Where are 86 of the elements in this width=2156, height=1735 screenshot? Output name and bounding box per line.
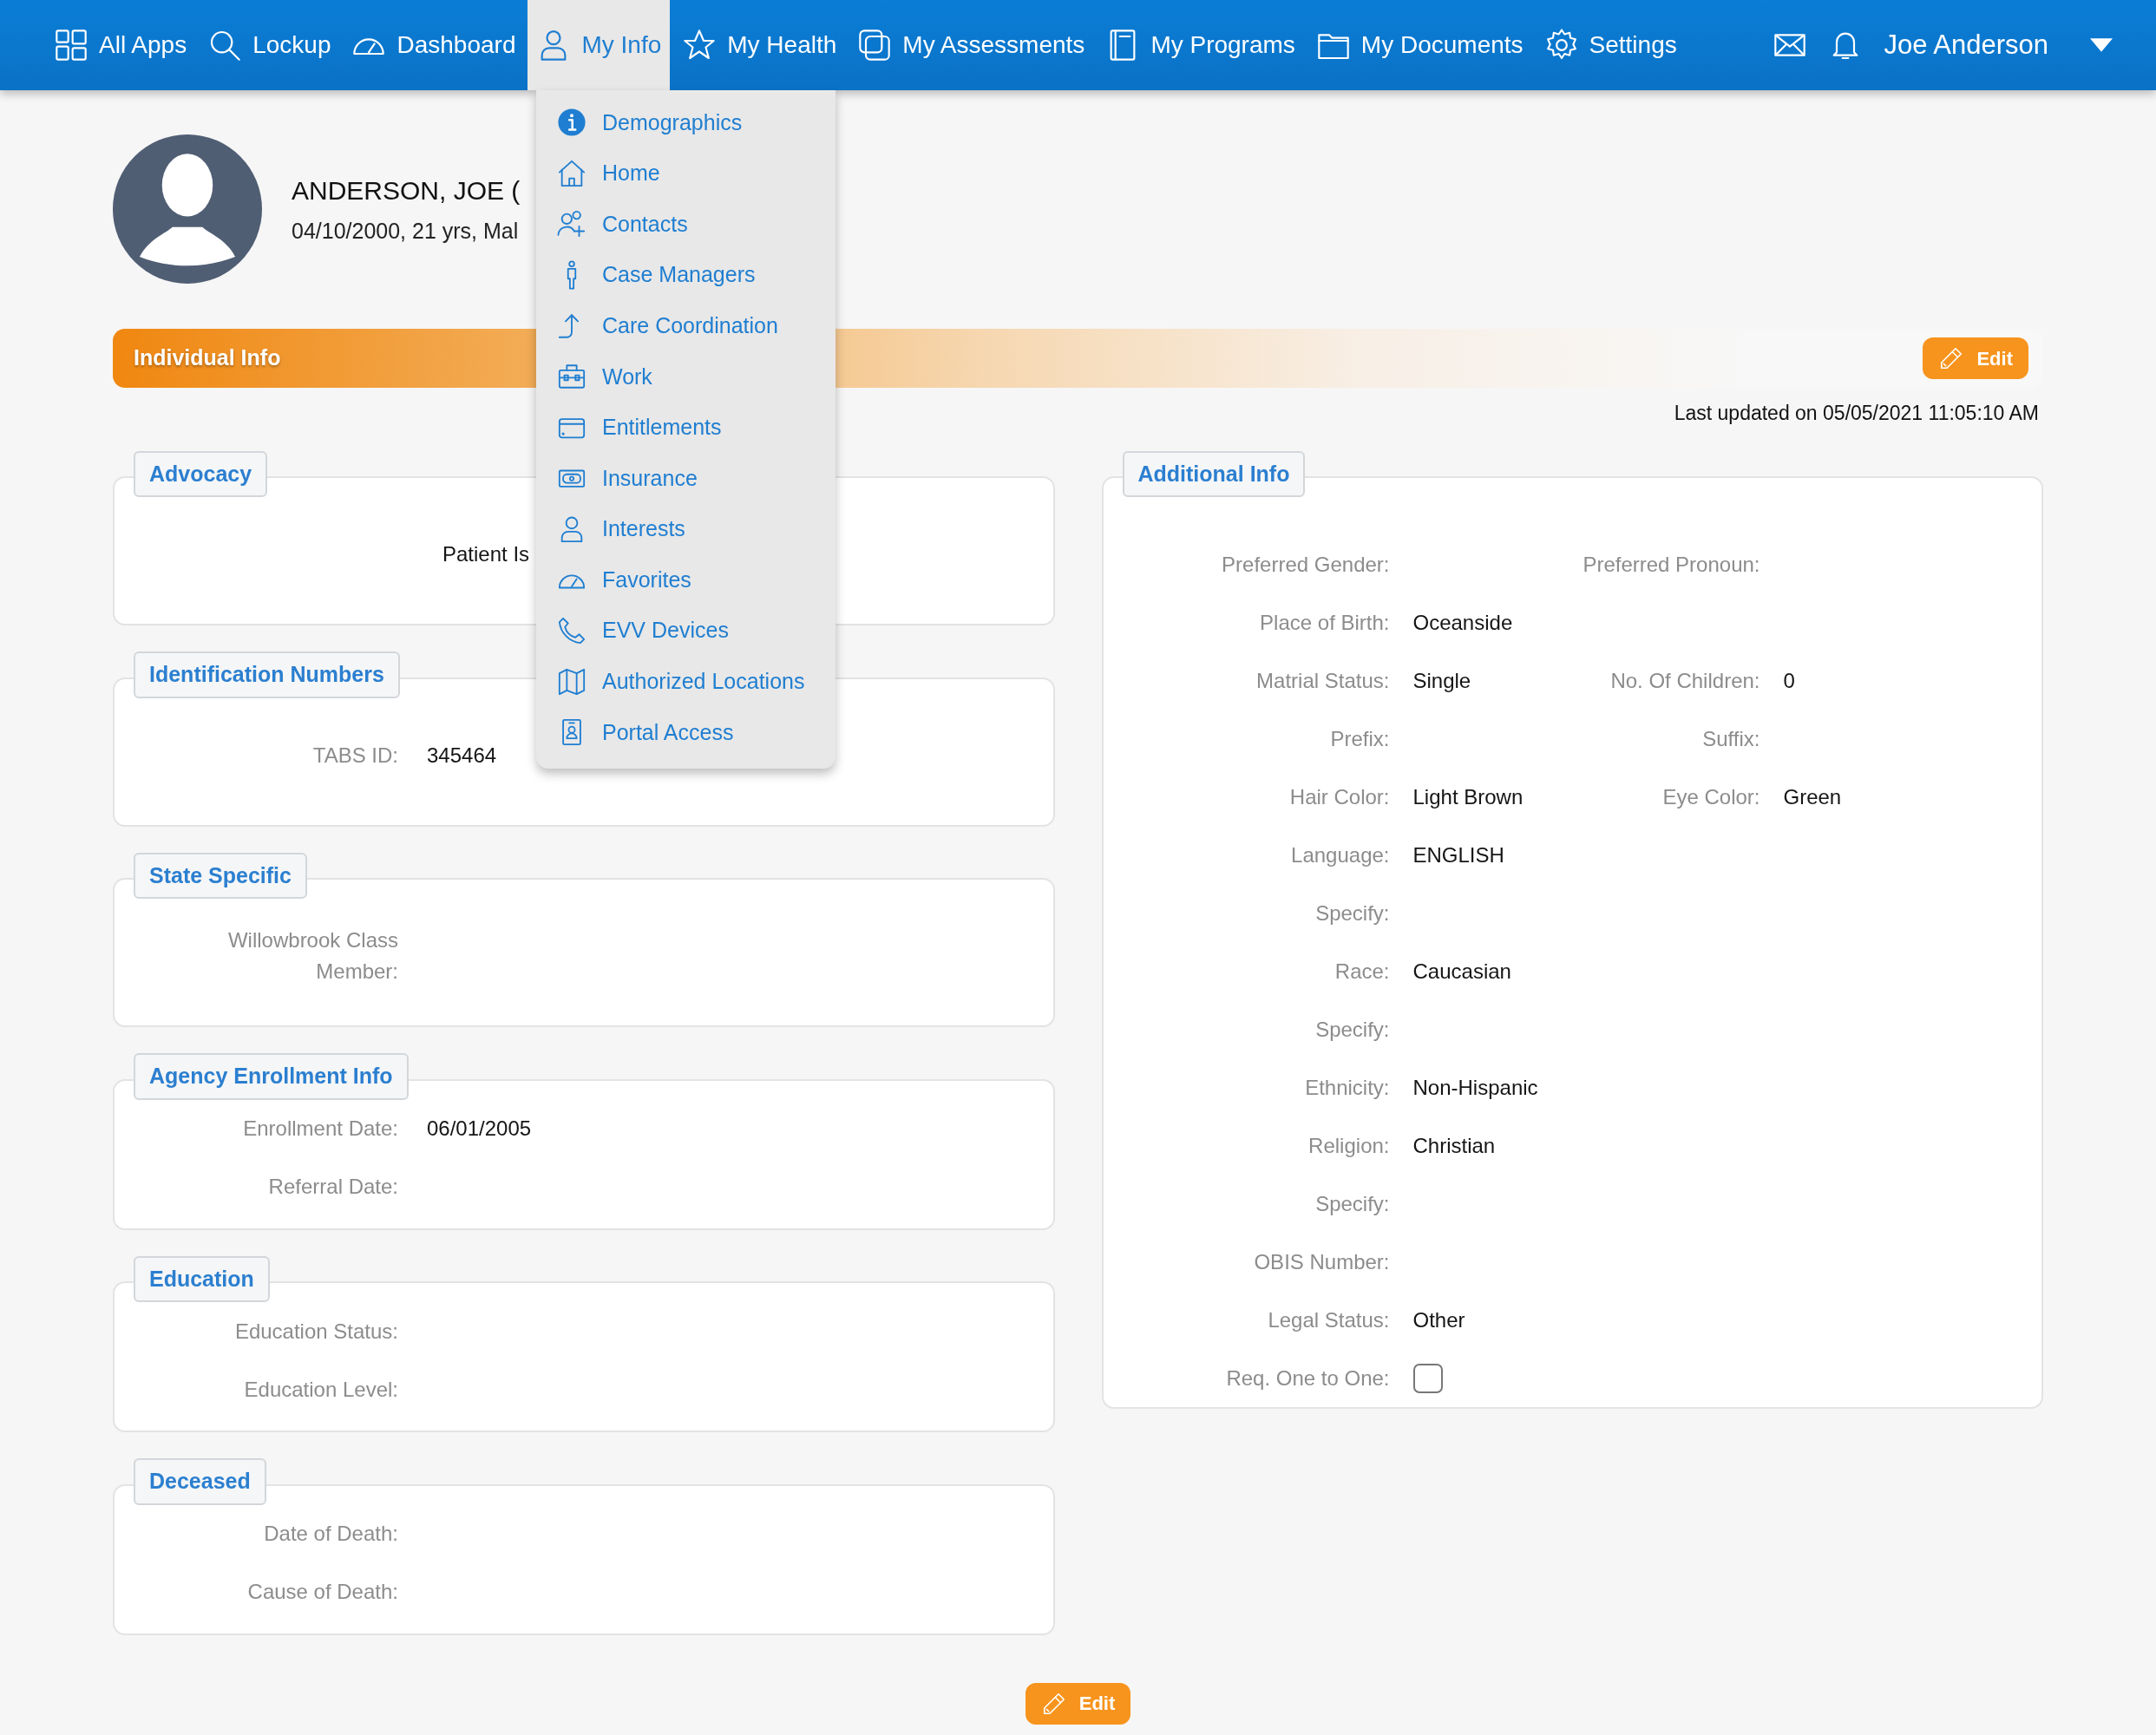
field-label: Prefix: (1330, 725, 1390, 752)
field-label: Willowbrook Class Member: (226, 927, 398, 985)
people-plus-icon (557, 209, 587, 239)
nav-tab[interactable]: Settings (1535, 0, 1686, 90)
field-value: Other (1412, 1306, 1465, 1333)
field-label: Education Level: (244, 1376, 398, 1403)
map-icon (557, 666, 587, 697)
field-label: Cause of Death: (247, 1579, 398, 1605)
field-label: TABS ID: (312, 742, 398, 769)
panel-title: Education (134, 1255, 270, 1302)
menu-item[interactable]: Portal Access (536, 707, 836, 758)
user-name[interactable]: Joe Anderson (1884, 24, 2048, 66)
field-label: Education Status: (234, 1318, 398, 1345)
menu-item[interactable]: Care Coordination (536, 300, 836, 351)
field-label: No. Of Children: (1610, 667, 1760, 694)
field-label: Enrollment Date: (243, 1116, 398, 1142)
patient-details: 04/10/2000, 21 yrs, Mal (292, 217, 520, 245)
menu-item[interactable]: Interests (536, 503, 836, 555)
avatar-silhouette-icon (113, 134, 262, 284)
grid-icon (54, 28, 88, 62)
menu-item[interactable]: Entitlements (536, 402, 836, 454)
panel-title: Deceased (134, 1458, 266, 1505)
house-icon (557, 158, 587, 188)
menu-item[interactable]: Contacts (536, 199, 836, 250)
field-label: Specify: (1315, 1190, 1390, 1217)
field-label: Language: (1291, 841, 1390, 868)
field-value: Christian (1412, 1132, 1496, 1159)
field-value: 345464 (427, 742, 497, 769)
menu-item[interactable]: Favorites (536, 554, 836, 606)
field-value: Light Brown (1412, 783, 1524, 810)
menu-item[interactable]: Insurance (536, 453, 836, 504)
menu-item[interactable]: Demographics (536, 97, 836, 148)
panel-title: Additional Info (1122, 450, 1306, 497)
caret-icon[interactable] (2090, 38, 2113, 52)
edit-button[interactable]: Edit (1025, 1682, 1131, 1725)
field-value: ENGLISH (1412, 841, 1504, 868)
field-label: Preferred Gender: (1222, 551, 1390, 578)
field-value: Single (1412, 667, 1471, 694)
advocacy-text: Patient Is (442, 542, 530, 566)
panel-title: Agency Enrollment Info (134, 1053, 409, 1100)
phone-icon (557, 616, 587, 646)
panel-title: State Specific (134, 852, 307, 899)
panel-title: Advocacy (134, 450, 268, 497)
field-value: Caucasian (1412, 958, 1511, 985)
patient-name: ANDERSON, JOE ( (292, 174, 521, 206)
field-label: Referral Date: (268, 1174, 398, 1200)
field-value: 0 (1783, 667, 1795, 694)
field-label: Suffix: (1702, 725, 1760, 752)
edit-button[interactable]: Edit (1923, 337, 2028, 379)
menu-item[interactable]: Work (536, 350, 836, 403)
squares-icon (857, 28, 893, 62)
nav-tab[interactable]: All Apps (45, 0, 196, 90)
field-label: Hair Color: (1289, 783, 1390, 810)
info-icon (557, 108, 587, 138)
field-label: Eye Color: (1662, 783, 1760, 810)
field-label: Matrial Status: (1256, 667, 1390, 694)
field-label: Req. One to One: (1226, 1365, 1390, 1391)
checkbox[interactable] (1412, 1363, 1443, 1393)
field-value: Green (1783, 783, 1842, 810)
menu-item[interactable]: Home (536, 147, 836, 200)
nav-tab[interactable]: My Documents (1307, 0, 1532, 90)
menu-item[interactable]: Authorized Locations (536, 656, 836, 708)
nav-tab[interactable]: Lockup (199, 0, 340, 90)
field-label: Place of Birth: (1260, 609, 1390, 636)
menu-item[interactable]: Case Managers (536, 249, 836, 301)
field-value: Non-Hispanic (1412, 1074, 1538, 1101)
field-label: Preferred Pronoun: (1583, 551, 1760, 578)
nav-tab[interactable]: My Assessments (849, 0, 1094, 90)
field-value: Oceanside (1412, 609, 1513, 636)
field-label: OBIS Number: (1254, 1248, 1390, 1275)
field-label: Specify: (1315, 1016, 1390, 1043)
nav-tab[interactable]: My Info (528, 0, 671, 90)
nav-tab[interactable]: My Health (673, 0, 846, 90)
menu-item[interactable]: EVV Devices (536, 605, 836, 657)
section-title: Individual Info (134, 344, 281, 372)
nav-tab[interactable]: My Programs (1097, 0, 1304, 90)
field-label: Race: (1334, 958, 1390, 985)
nav-tab[interactable]: Dashboard (343, 0, 525, 90)
field-label: Ethnicity: (1305, 1074, 1390, 1101)
panel-title: Identification Numbers (134, 651, 400, 698)
field-label: Specify: (1315, 900, 1390, 926)
field-label: Date of Death: (264, 1521, 398, 1547)
field-label: Religion: (1308, 1132, 1390, 1159)
field-label: Legal Status: (1268, 1306, 1390, 1333)
last-updated-text: Last updated on 05/05/2021 11:05:10 AM (1674, 402, 2039, 424)
field-value: 06/01/2005 (427, 1116, 532, 1142)
